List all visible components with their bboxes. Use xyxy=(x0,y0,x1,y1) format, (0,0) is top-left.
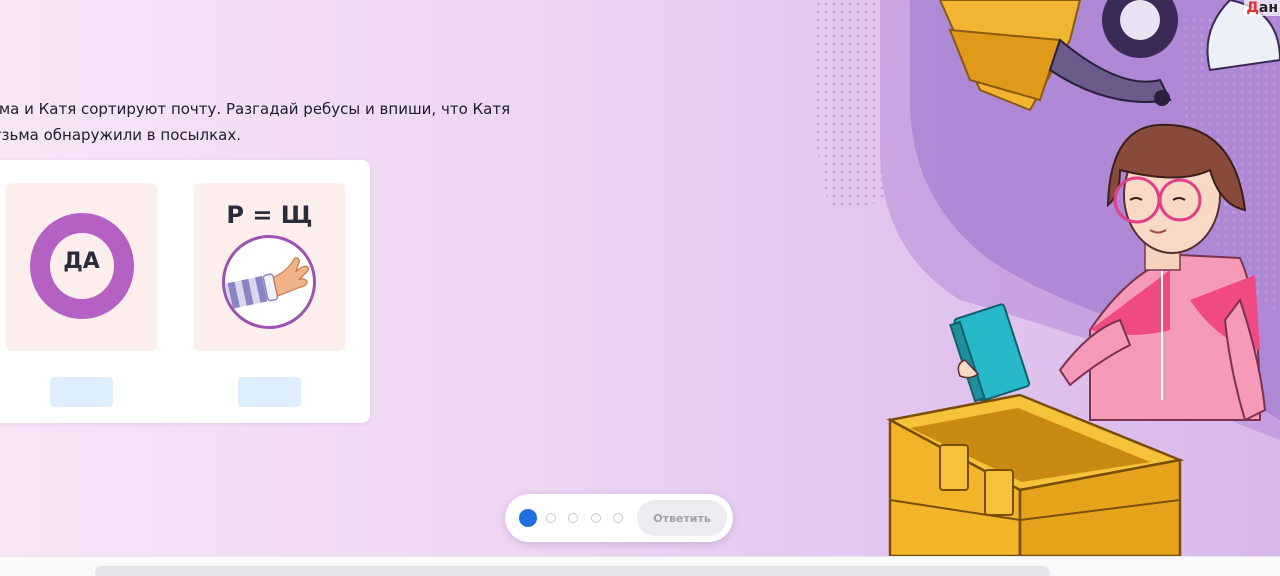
footer xyxy=(0,556,1280,576)
hand-icon xyxy=(222,235,316,329)
step-dot-5[interactable] xyxy=(613,513,623,523)
task-line-2: Кузьма обнаружили в посылках. xyxy=(0,126,241,144)
top-right-rest: ан xyxy=(1258,0,1278,16)
progress-pager: Ответить xyxy=(505,494,733,542)
footer-bar xyxy=(95,566,1050,576)
rebus-picture-2: Р = Щ xyxy=(194,183,345,351)
task-line-1: зьма и Катя сортируют почту. Разгадай ре… xyxy=(0,100,511,118)
sorting-illustration xyxy=(790,0,1280,556)
top-right-red-letter: Д xyxy=(1246,0,1259,16)
step-dot-2[interactable] xyxy=(546,513,556,523)
task-instructions: зьма и Катя сортируют почту. Разгадай ре… xyxy=(0,96,542,148)
rebus-equation: Р = Щ xyxy=(226,201,313,229)
step-dot-3[interactable] xyxy=(568,513,578,523)
step-dot-4[interactable] xyxy=(591,513,601,523)
rebus-card: ДА Р = Щ xyxy=(0,160,370,423)
top-right-label: Дан xyxy=(1244,0,1280,16)
rebus-inner-text: ДА xyxy=(63,249,100,274)
answer-input-2[interactable] xyxy=(238,377,301,407)
task-stage: зьма и Катя сортируют почту. Разгадай ре… xyxy=(0,0,1280,556)
answer-button[interactable]: Ответить xyxy=(637,500,727,536)
answer-input-1[interactable] xyxy=(50,377,113,407)
rebus-picture-1: ДА xyxy=(6,183,157,351)
step-dot-1[interactable] xyxy=(519,509,537,527)
